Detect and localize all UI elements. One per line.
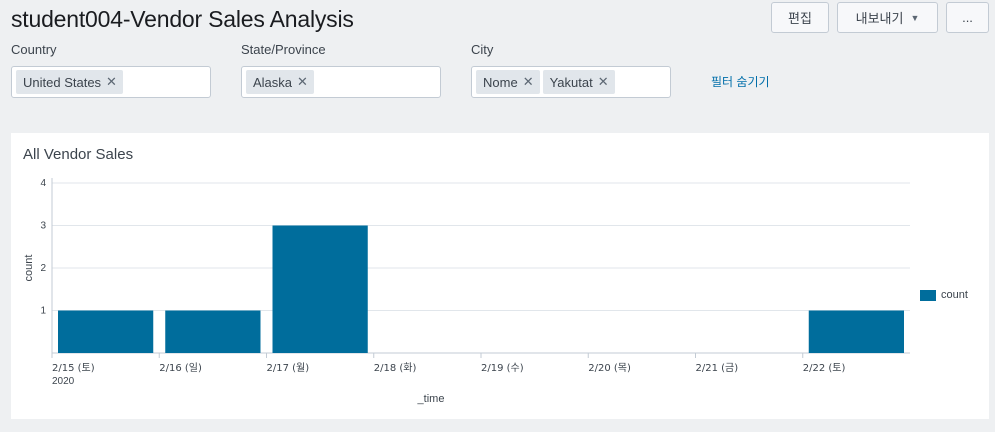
x-axis-label: _time bbox=[417, 393, 445, 405]
caret-down-icon: ▼ bbox=[910, 12, 920, 23]
edit-button-label: 편집 bbox=[788, 11, 812, 26]
close-icon[interactable]: ✕ bbox=[598, 74, 609, 90]
y-tick-label: 2 bbox=[40, 263, 46, 274]
y-tick-label: 4 bbox=[40, 178, 46, 189]
x-tick-label: 2/20 (목) bbox=[588, 362, 631, 374]
filter-chip: United States ✕ bbox=[16, 70, 123, 94]
bar bbox=[808, 310, 904, 353]
x-tick-label: 2/22 (토) bbox=[803, 363, 846, 374]
legend-swatch bbox=[920, 289, 936, 301]
bar-chart: 1 2 3 4 count 2/15 (토) 2/16 (일) 2/17 (월) 2/18 (화… bbox=[23, 178, 910, 405]
x-tick-label: 2/21 (금) bbox=[696, 362, 739, 374]
country-filter-label: Country bbox=[11, 42, 57, 57]
x-tick-label: 2/16 (일) bbox=[159, 362, 202, 374]
x-tick-label: 2/19 (수) bbox=[481, 362, 524, 374]
country-filter-input[interactable]: United States ✕ bbox=[11, 66, 211, 98]
chip-label: Nome bbox=[483, 74, 518, 90]
chart-panel: All Vendor Sales 1 2 3 4 count 2/15 (토) 2/16 (… bbox=[11, 133, 989, 419]
state-filter-label: State/Province bbox=[241, 42, 326, 57]
chart-legend[interactable]: count bbox=[920, 289, 968, 301]
y-tick-label: 1 bbox=[40, 306, 46, 317]
filter-chip: Yakutat ✕ bbox=[542, 70, 615, 94]
bar bbox=[165, 310, 261, 353]
legend-label: count bbox=[941, 289, 968, 301]
export-button[interactable]: 내보내기 ▼ bbox=[837, 2, 938, 33]
filter-chip: Alaska ✕ bbox=[246, 70, 314, 94]
more-button-label: ... bbox=[962, 10, 973, 25]
city-filter-input[interactable]: Nome ✕ Yakutat ✕ bbox=[471, 66, 671, 98]
close-icon[interactable]: ✕ bbox=[106, 74, 117, 90]
filter-chip: Nome ✕ bbox=[476, 70, 540, 94]
more-actions-button[interactable]: ... bbox=[946, 2, 989, 33]
edit-button[interactable]: 편집 bbox=[771, 2, 829, 33]
y-axis-label: count bbox=[23, 255, 35, 282]
hide-filters-link[interactable]: 필터 숨기기 bbox=[711, 73, 770, 90]
bar bbox=[58, 310, 154, 353]
state-filter-input[interactable]: Alaska ✕ bbox=[241, 66, 441, 98]
bar bbox=[272, 225, 368, 353]
x-tick-label: 2/17 (월) bbox=[267, 362, 310, 374]
chip-label: United States bbox=[23, 74, 102, 90]
close-icon[interactable]: ✕ bbox=[523, 74, 534, 90]
page-title: student004-Vendor Sales Analysis bbox=[11, 6, 354, 32]
chip-label: Alaska bbox=[253, 74, 293, 90]
city-filter-label: City bbox=[471, 42, 494, 57]
x-tick-label: 2/18 (화) bbox=[374, 362, 417, 374]
x-tick-label: 2/15 (토) bbox=[52, 363, 95, 374]
export-button-label: 내보내기 bbox=[855, 11, 904, 26]
y-tick-label: 3 bbox=[40, 221, 46, 232]
chip-label: Yakutat bbox=[549, 74, 593, 90]
x-year-label: 2020 bbox=[52, 376, 75, 387]
close-icon[interactable]: ✕ bbox=[297, 74, 308, 90]
